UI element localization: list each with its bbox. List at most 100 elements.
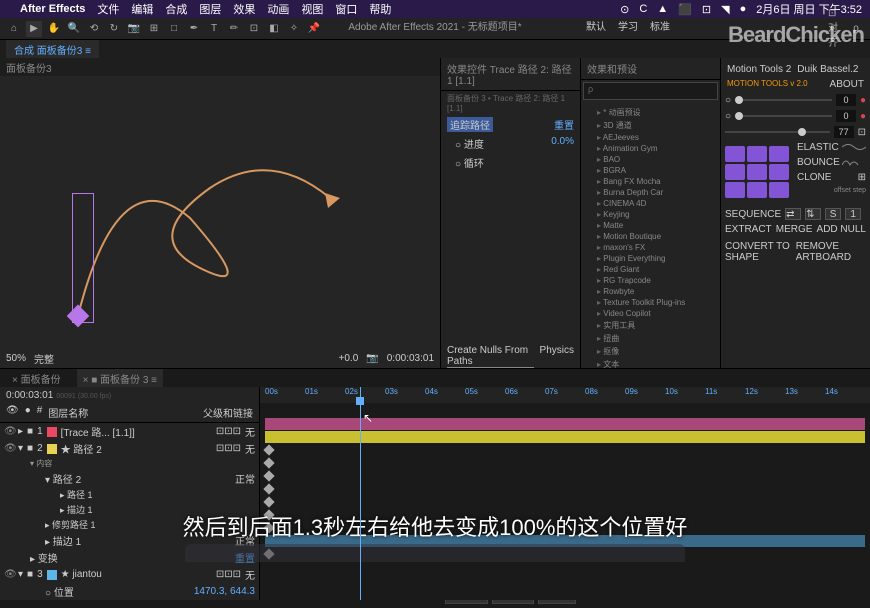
layer-row[interactable]: 👁▸■1[Trace 路... [1.1]]⊡⊡⊡无 bbox=[0, 423, 259, 440]
anchor-grid[interactable] bbox=[725, 146, 789, 198]
clone-tool[interactable]: ⊡ bbox=[246, 21, 262, 37]
preset-item[interactable]: Plugin Everything bbox=[585, 253, 716, 264]
menu-comp[interactable]: 合成 bbox=[165, 1, 187, 17]
menu-view[interactable]: 视图 bbox=[301, 1, 323, 17]
wave-icon[interactable] bbox=[842, 142, 866, 152]
preset-item[interactable]: BGRA bbox=[585, 165, 716, 176]
btn-remove-ab[interactable]: REMOVE ARTBOARD bbox=[796, 241, 866, 263]
ws-standard[interactable]: 标准 bbox=[650, 18, 670, 33]
preset-item[interactable]: CINEMA 4D bbox=[585, 198, 716, 209]
puppet-tool[interactable]: 📌 bbox=[306, 21, 322, 37]
preset-search[interactable]: ρ bbox=[583, 82, 718, 100]
seq-icon[interactable]: ⇄ bbox=[785, 208, 801, 220]
layer-row[interactable]: 👁▾■3★ jiantou⊡⊡⊡无 bbox=[0, 566, 259, 583]
preset-item[interactable]: 扭曲 bbox=[585, 332, 716, 345]
preset-item[interactable]: Texture Toolkit Plug-ins bbox=[585, 297, 716, 308]
text-tool[interactable]: T bbox=[206, 21, 222, 37]
preset-item[interactable]: Red Giant bbox=[585, 264, 716, 275]
slider-3[interactable]: 77⊡ bbox=[725, 124, 866, 140]
camera-tool[interactable]: 📷 bbox=[126, 21, 142, 37]
preset-item[interactable]: Burna Depth Car bbox=[585, 187, 716, 198]
layer-bar[interactable] bbox=[265, 431, 865, 443]
menu-effect[interactable]: 效果 bbox=[233, 1, 255, 17]
fx-reset[interactable]: 重置 bbox=[554, 117, 574, 132]
menu-layer[interactable]: 图层 bbox=[199, 1, 221, 17]
preset-item[interactable]: 3D 通道 bbox=[585, 119, 716, 132]
preset-item[interactable]: Keyjing bbox=[585, 209, 716, 220]
shape-tool[interactable]: □ bbox=[166, 21, 182, 37]
preset-item[interactable]: AEJeeves bbox=[585, 132, 716, 143]
camera-icon[interactable]: 📷 bbox=[366, 353, 378, 364]
wave-icon[interactable] bbox=[842, 157, 866, 167]
exposure[interactable]: +0.0 bbox=[339, 353, 359, 364]
fx-prop-progress[interactable]: ○ 进度0.0% bbox=[441, 134, 580, 153]
time-ruler[interactable]: 00s01s02s03s04s05s06s07s08s09s10s11s12s1… bbox=[260, 387, 870, 403]
menu-anim[interactable]: 动画 bbox=[267, 1, 289, 17]
quality[interactable]: 完整 bbox=[34, 351, 54, 366]
physics-tab[interactable]: Physics bbox=[540, 345, 574, 368]
tl-tab-active[interactable]: × ■ 面板备份 3 ≡ bbox=[77, 369, 163, 388]
layer-bar[interactable] bbox=[265, 418, 865, 430]
layer-row[interactable]: 👁▾■2★ 路径 2⊡⊡⊡无 bbox=[0, 440, 259, 457]
layer-prop[interactable]: ○ 位置1470.3, 644.3 bbox=[0, 583, 259, 600]
ws-learn[interactable]: 学习 bbox=[618, 18, 638, 33]
preset-item[interactable]: * 动画预设 bbox=[585, 106, 716, 119]
keyframe[interactable] bbox=[263, 496, 274, 507]
btn-merge[interactable]: MERGE bbox=[776, 224, 813, 235]
nulls-tab[interactable]: Create Nulls From Paths bbox=[447, 345, 534, 368]
layer-prop[interactable]: ▸ 路径 1 bbox=[0, 487, 259, 502]
preset-item[interactable]: RG Trapcode bbox=[585, 275, 716, 286]
pan-behind-tool[interactable]: ⊞ bbox=[146, 21, 162, 37]
menu-edit[interactable]: 编辑 bbox=[131, 1, 153, 17]
preset-item[interactable]: maxon's FX bbox=[585, 242, 716, 253]
current-time[interactable]: 0:00:03:01 00091 (30.00 fps) bbox=[0, 387, 259, 403]
menu-file[interactable]: 文件 bbox=[97, 1, 119, 17]
canvas[interactable] bbox=[10, 88, 430, 338]
keyframe[interactable] bbox=[263, 457, 274, 468]
eraser-tool[interactable]: ◧ bbox=[266, 21, 282, 37]
timeline-tracks[interactable]: 00s01s02s03s04s05s06s07s08s09s10s11s12s1… bbox=[260, 387, 870, 600]
sequence-row[interactable]: SEQUENCE ⇄ ⇅ S 1 bbox=[725, 208, 866, 220]
mt-tab[interactable]: Motion Tools 2 bbox=[727, 64, 791, 75]
keyframe[interactable] bbox=[263, 444, 274, 455]
preset-item[interactable]: 文本 bbox=[585, 358, 716, 368]
zoom-level[interactable]: 50% bbox=[6, 353, 26, 364]
preset-item[interactable]: 抠像 bbox=[585, 345, 716, 358]
btn-extract[interactable]: EXTRACT bbox=[725, 224, 772, 235]
clock[interactable]: 2月6日 周日 下午3:52 bbox=[756, 1, 862, 17]
preset-item[interactable]: BAO bbox=[585, 154, 716, 165]
rotate-tool[interactable]: ↻ bbox=[106, 21, 122, 37]
composition-viewer[interactable]: 面板备份3 50% 完整 +0.0 📷 0:00:03:01 bbox=[0, 58, 440, 368]
preset-item[interactable]: 实用工具 bbox=[585, 319, 716, 332]
btn-convert[interactable]: CONVERT TO SHAPE bbox=[725, 241, 796, 263]
fx-prop-loop[interactable]: ○ 循环 bbox=[441, 153, 580, 172]
playhead[interactable] bbox=[360, 387, 361, 600]
btn-addnull[interactable]: ADD NULL bbox=[817, 224, 866, 235]
keyframe[interactable] bbox=[263, 483, 274, 494]
preset-list[interactable]: * 动画预设 3D 通道 AEJeeves Animation Gym BAO … bbox=[581, 102, 720, 368]
layer-prop[interactable]: ▾ 内容 bbox=[0, 457, 259, 470]
layer-prop[interactable]: ▾ 路径 2正常 bbox=[0, 470, 259, 487]
keyframe[interactable] bbox=[263, 470, 274, 481]
macos-dock[interactable] bbox=[185, 544, 685, 562]
preset-item[interactable]: Bang FX Mocha bbox=[585, 176, 716, 187]
orbit-tool[interactable]: ⟲ bbox=[86, 21, 102, 37]
tl-tab[interactable]: × 面板备份 bbox=[6, 369, 67, 388]
slider-2[interactable]: ○0● bbox=[725, 108, 866, 124]
app-name[interactable]: After Effects bbox=[20, 3, 85, 15]
pen-tool[interactable]: ✒ bbox=[186, 21, 202, 37]
hand-tool[interactable]: ✋ bbox=[46, 21, 62, 37]
slider-1[interactable]: ○0● bbox=[725, 92, 866, 108]
fx-name[interactable]: 追踪路径 bbox=[447, 117, 493, 132]
roto-tool[interactable]: ✧ bbox=[286, 21, 302, 37]
menu-help[interactable]: 帮助 bbox=[369, 1, 391, 17]
mt-about[interactable]: ABOUT bbox=[830, 79, 864, 90]
wifi-icon[interactable]: ◥ bbox=[721, 3, 729, 16]
selection-tool[interactable]: ▶ bbox=[26, 21, 42, 37]
menu-window[interactable]: 窗口 bbox=[335, 1, 357, 17]
preset-item[interactable]: Animation Gym bbox=[585, 143, 716, 154]
home-icon[interactable]: ⌂ bbox=[6, 21, 22, 37]
comp-tab[interactable]: 合成 面板备份3 ≡ bbox=[6, 40, 99, 59]
preset-item[interactable]: Motion Boutique bbox=[585, 231, 716, 242]
zoom-tool[interactable]: 🔍 bbox=[66, 21, 82, 37]
